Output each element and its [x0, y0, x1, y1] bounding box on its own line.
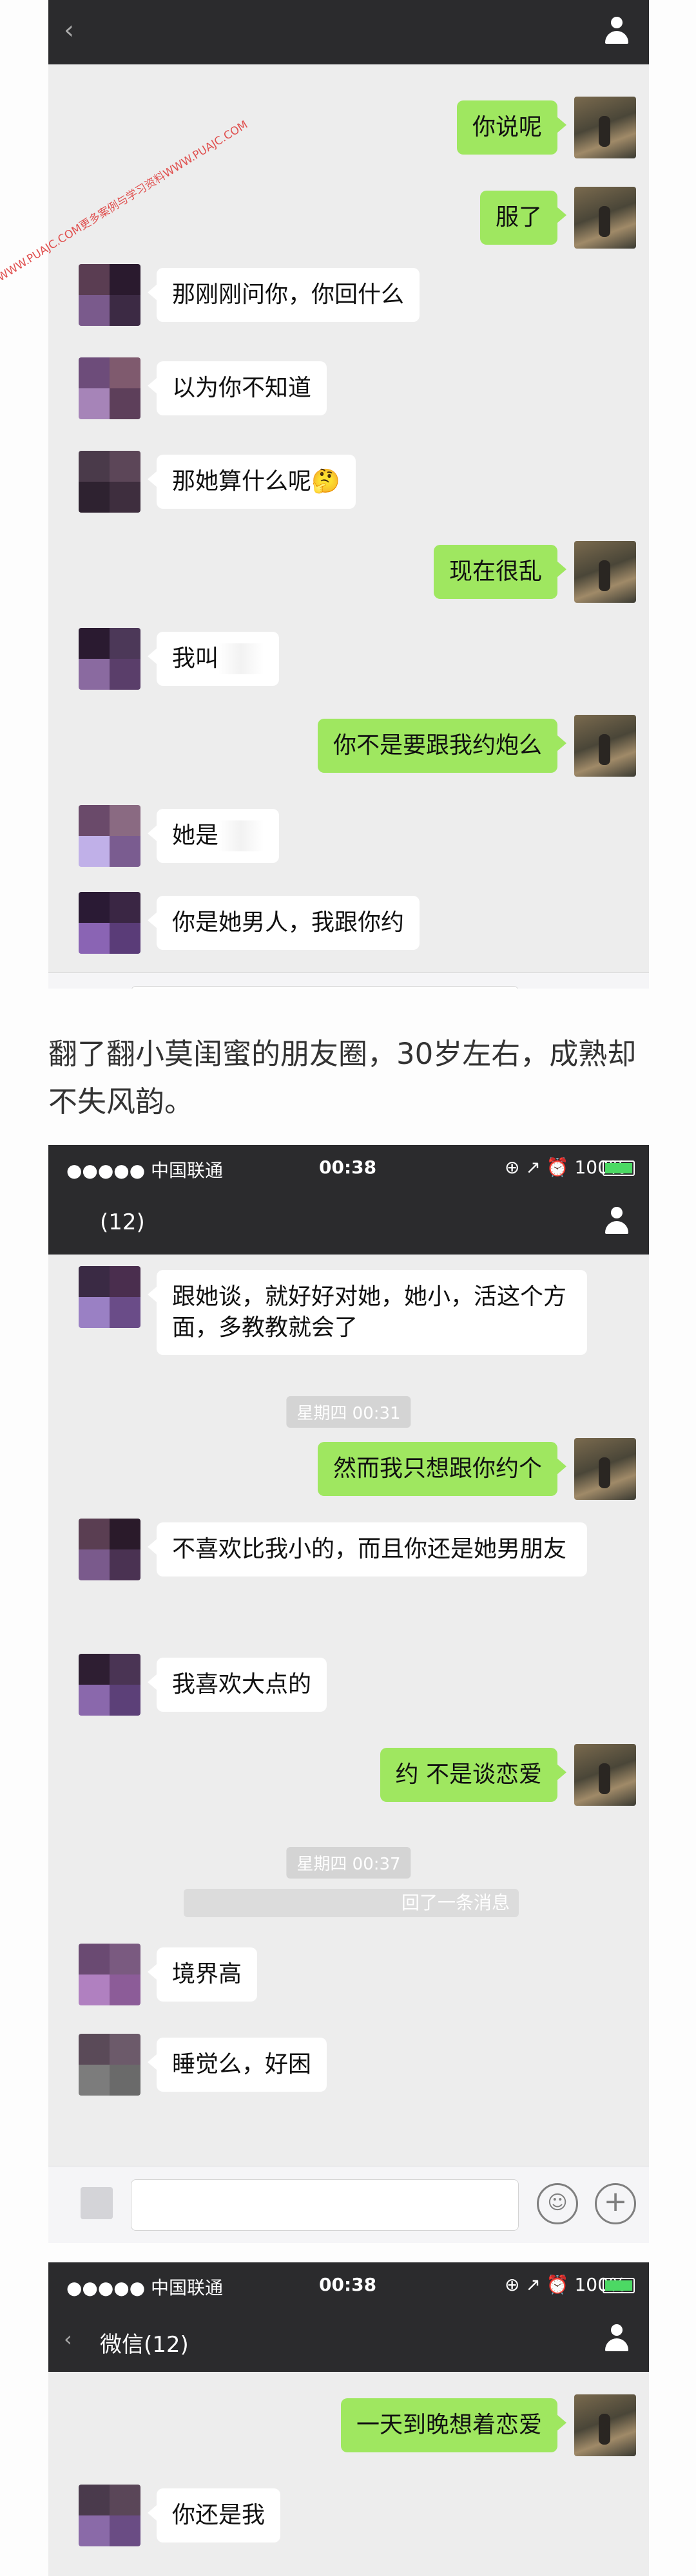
message-bubble-outgoing[interactable]: 现在很乱 — [433, 545, 567, 599]
message-text: 她是 — [172, 822, 219, 849]
self-avatar[interactable] — [574, 1744, 636, 1806]
message-bubble-incoming[interactable]: 她是 — [147, 809, 280, 863]
contact-avatar-pixelated[interactable] — [79, 2485, 140, 2546]
self-avatar[interactable] — [574, 97, 636, 158]
contact-avatar-pixelated[interactable] — [79, 1654, 140, 1716]
message-bubble-outgoing[interactable]: 约 不是谈恋爱 — [380, 1748, 567, 1802]
message-text: 我叫 — [172, 645, 219, 672]
title-bar: (12) — [48, 1190, 649, 1255]
message-bubble-outgoing[interactable]: 你说呢 — [456, 100, 567, 155]
chat-screenshot-2: ●●●●● 中国联通 00:38 ⊕ ↗ ⏰ 100% (12) 跟她谈，就好好… — [48, 1145, 649, 2243]
contact-avatar-pixelated[interactable] — [79, 1266, 140, 1328]
message-bubble-incoming[interactable]: 我叫 — [147, 632, 280, 686]
contact-avatar-pixelated[interactable] — [79, 357, 140, 419]
status-bar: ●●●●● 中国联通 00:38 ⊕ ↗ ⏰ 100% — [48, 2262, 649, 2307]
message-bubble-incoming[interactable]: 那她算什么呢🤔 — [148, 455, 356, 509]
chat-timestamp: 星期四 00:31 — [286, 1396, 411, 1428]
chat-screenshot-3: ●●●●● 中国联通 00:38 ⊕ ↗ ⏰ 100% ‹ 微信(12) 一天到… — [48, 2262, 649, 2576]
message-bubble-incoming[interactable]: 你是她男人，我跟你约 — [147, 896, 420, 950]
back-arrow-icon[interactable]: ‹ — [64, 2327, 72, 2351]
voice-toggle-icon[interactable] — [81, 2187, 113, 2219]
back-to-chats-label[interactable]: 微信(12) — [100, 2327, 189, 2358]
battery-icon — [603, 2278, 635, 2293]
message-bubble-outgoing[interactable]: 然而我只想跟你约个 — [317, 1442, 567, 1496]
message-bubble-incoming[interactable]: 那刚刚问你，你回什么 — [147, 268, 420, 322]
more-plus-button-icon[interactable]: + — [595, 2183, 636, 2224]
emoji-button-icon[interactable]: ☺ — [537, 2183, 578, 2224]
battery-icon — [603, 1160, 635, 1176]
contact-profile-icon[interactable] — [603, 2324, 631, 2353]
carrier-label: ●●●●● 中国联通 — [66, 2277, 224, 2298]
title-bar: ‹ — [48, 0, 649, 64]
chat-title[interactable]: (12) — [100, 1209, 145, 1235]
self-avatar[interactable] — [574, 2394, 636, 2456]
blurred-text-redaction — [218, 820, 264, 851]
chat-input-bar: ☺ + — [48, 2166, 649, 2243]
status-bar: ●●●●● 中国联通 00:38 ⊕ ↗ ⏰ 100% — [48, 1145, 649, 1190]
message-input-field[interactable] — [131, 2179, 519, 2231]
contact-avatar-pixelated[interactable] — [79, 2034, 140, 2096]
message-bubble-incoming[interactable]: 不喜欢比我小的，而且你还是她男朋友 — [148, 1522, 587, 1577]
contact-profile-icon[interactable] — [603, 17, 631, 45]
contact-avatar-pixelated[interactable] — [79, 1944, 140, 2005]
chat-screenshot-1: ‹ 你说呢 服了 那刚刚问你，你回什么 以为你不知道 那她算什么呢🤔 现在很乱 … — [48, 0, 649, 989]
contact-avatar-pixelated[interactable] — [79, 1519, 140, 1580]
recall-notice: 回了一条消息 — [184, 1889, 519, 1917]
clock-time: 00:38 — [319, 2274, 377, 2295]
contact-avatar-pixelated[interactable] — [79, 628, 140, 690]
self-avatar[interactable] — [574, 541, 636, 603]
message-bubble-incoming[interactable]: 睡觉么，好困 — [147, 2038, 327, 2092]
contact-avatar-pixelated[interactable] — [79, 892, 140, 954]
self-avatar[interactable] — [574, 187, 636, 249]
title-bar: ‹ 微信(12) — [48, 2307, 649, 2372]
blurred-text-redaction — [218, 643, 264, 674]
contact-avatar-pixelated[interactable] — [79, 805, 140, 867]
message-bubble-incoming[interactable]: 以为你不知道 — [147, 361, 327, 415]
contact-avatar-pixelated[interactable] — [79, 264, 140, 326]
chat-input-bar: ☺ + — [48, 972, 649, 989]
message-bubble-outgoing[interactable]: 一天到晚想着恋爱 — [340, 2398, 567, 2452]
message-bubble-incoming[interactable]: 你还是我 — [147, 2488, 281, 2543]
message-bubble-incoming[interactable]: 我喜欢大点的 — [147, 1658, 327, 1712]
self-avatar[interactable] — [574, 715, 636, 777]
message-input-field[interactable] — [131, 986, 519, 989]
message-bubble-outgoing[interactable]: 服了 — [479, 191, 567, 245]
chat-timestamp: 星期四 00:37 — [286, 1847, 411, 1879]
article-caption: 翻了翻小莫闺蜜的朋友圈，30岁左右，成熟却不失风韵。 — [48, 1037, 637, 1119]
contact-profile-icon[interactable] — [603, 1207, 631, 1235]
message-bubble-incoming[interactable]: 境界高 — [147, 1947, 258, 2002]
message-bubble-incoming[interactable]: 跟她谈，就好好对她，她小，活这个方面，多教教就会了 — [148, 1270, 587, 1355]
message-bubble-outgoing[interactable]: 你不是要跟我约炮么 — [317, 719, 567, 773]
self-avatar[interactable] — [574, 1438, 636, 1500]
contact-avatar-pixelated[interactable] — [79, 451, 140, 513]
carrier-label: ●●●●● 中国联通 — [66, 1160, 224, 1181]
clock-time: 00:38 — [319, 1157, 377, 1178]
back-arrow-icon[interactable]: ‹ — [64, 15, 74, 45]
